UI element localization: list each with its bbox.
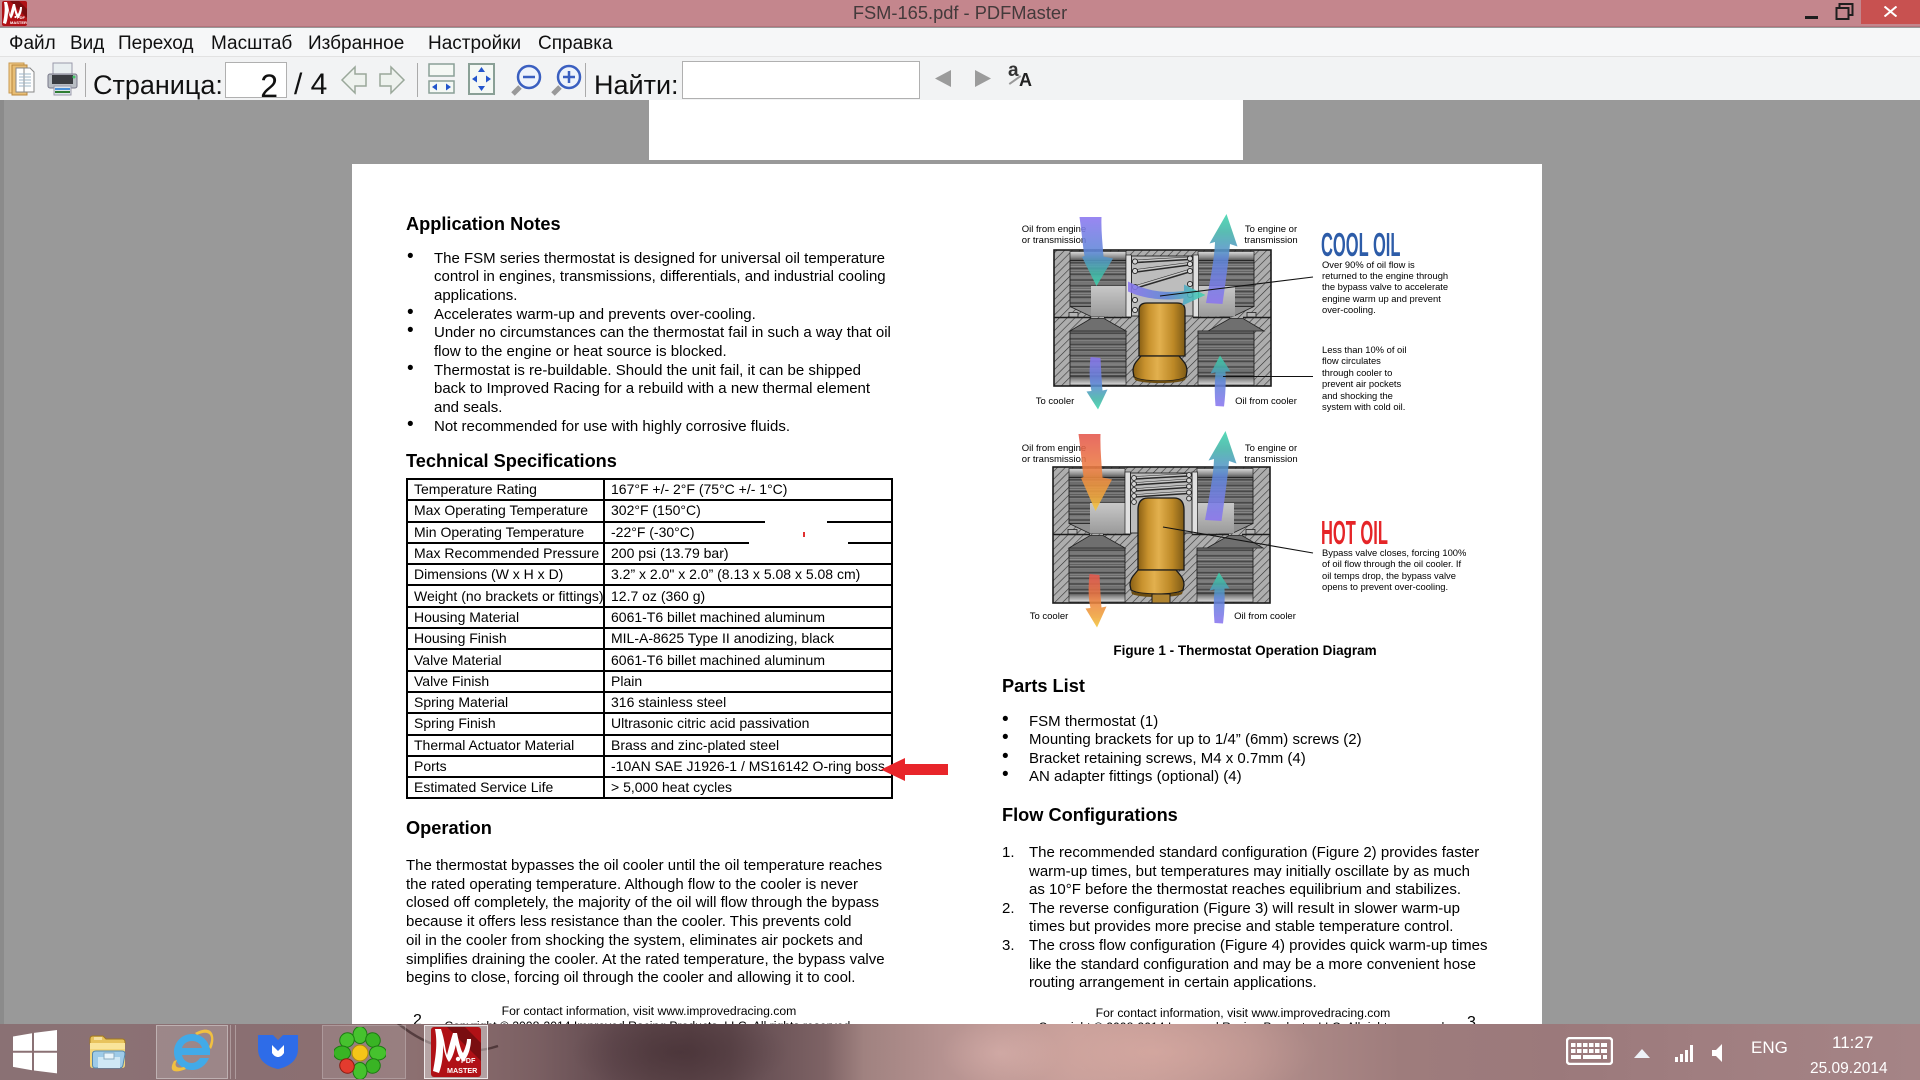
svg-text:MASTER: MASTER	[447, 1066, 478, 1075]
svg-text:PDF: PDF	[461, 1056, 476, 1065]
